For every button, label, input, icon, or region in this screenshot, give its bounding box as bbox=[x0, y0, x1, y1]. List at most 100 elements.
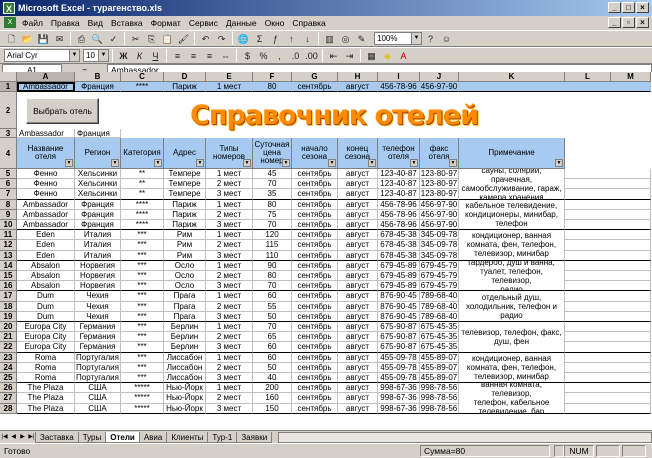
table-cell[interactable]: Париж bbox=[164, 209, 206, 220]
table-cell[interactable] bbox=[565, 230, 651, 241]
decrease-indent-icon[interactable]: ⇤ bbox=[326, 49, 341, 63]
table-cell[interactable]: Португалия bbox=[75, 362, 121, 373]
table-cell[interactable]: Хельсинки bbox=[75, 179, 121, 190]
table-cell[interactable]: Roma bbox=[17, 373, 75, 384]
table-cell[interactable]: 789-68-40 bbox=[420, 301, 459, 312]
tab-zayavki[interactable]: Заявки bbox=[236, 431, 273, 443]
table-cell[interactable]: 998-67-36 bbox=[378, 383, 420, 394]
row-header[interactable]: 4 bbox=[0, 138, 17, 169]
table-cell[interactable]: Нью-Йорк bbox=[164, 383, 206, 394]
table-cell[interactable]: сентябрь bbox=[292, 291, 338, 302]
table-cell[interactable]: Чехия bbox=[75, 311, 121, 322]
decrease-decimal-icon[interactable]: .00 bbox=[304, 49, 319, 63]
table-cell[interactable]: Absalon bbox=[17, 260, 75, 271]
table-cell[interactable]: *** bbox=[121, 322, 164, 333]
table-cell[interactable]: август bbox=[338, 342, 378, 353]
table-cell[interactable] bbox=[565, 281, 651, 292]
table-cell[interactable]: Фенно bbox=[17, 189, 75, 200]
table-cell[interactable]: Прага bbox=[164, 311, 206, 322]
filter-dropdown-icon[interactable]: ▼ bbox=[196, 159, 204, 167]
table-cell[interactable] bbox=[565, 220, 651, 231]
table-cell[interactable]: август bbox=[338, 373, 378, 384]
table-cell[interactable]: 123-80-97 bbox=[420, 169, 459, 180]
table-cell[interactable]: 200 bbox=[253, 383, 292, 394]
table-cell[interactable]: США bbox=[75, 393, 121, 404]
table-cell[interactable]: 115 bbox=[253, 240, 292, 251]
table-cell[interactable]: август bbox=[338, 281, 378, 292]
table-cell[interactable]: *** bbox=[121, 311, 164, 322]
column-header-m[interactable]: M bbox=[611, 72, 651, 82]
table-cell[interactable]: 998-67-36 bbox=[378, 403, 420, 414]
table-cell[interactable]: Франция bbox=[75, 209, 121, 220]
function-icon[interactable]: ƒ bbox=[268, 32, 283, 46]
prev-sheet-icon[interactable]: ◀ bbox=[9, 432, 18, 442]
table-cell[interactable]: 1 мест bbox=[206, 230, 253, 241]
table-cell[interactable]: *** bbox=[121, 373, 164, 384]
table-cell[interactable]: сентябрь bbox=[292, 383, 338, 394]
worksheet-grid[interactable]: Выбрать отель Справочник отелей ABCDEFGH… bbox=[0, 72, 652, 430]
table-cell[interactable]: Dum bbox=[17, 291, 75, 302]
horizontal-scrollbar[interactable] bbox=[278, 431, 652, 443]
table-cell[interactable]: Осло bbox=[164, 260, 206, 271]
merge-center-icon[interactable]: ⇔ bbox=[218, 49, 233, 63]
table-cell[interactable]: ***** bbox=[121, 383, 164, 394]
filter-dropdown-icon[interactable]: ▼ bbox=[555, 159, 563, 167]
table-cell[interactable]: ** bbox=[121, 189, 164, 200]
maximize-button[interactable]: □ bbox=[622, 2, 635, 13]
table-cell[interactable]: август bbox=[338, 199, 378, 210]
table-cell[interactable]: 123-40-87 bbox=[378, 189, 420, 200]
menu-view[interactable]: Вид bbox=[84, 16, 107, 30]
table-cell[interactable]: Europa City bbox=[17, 322, 75, 333]
redo-icon[interactable]: ↷ bbox=[214, 32, 229, 46]
table-cell[interactable]: Германия bbox=[75, 322, 121, 333]
table-cell[interactable]: Италия bbox=[75, 240, 121, 251]
table-cell[interactable]: 2 мест bbox=[206, 209, 253, 220]
table-cell[interactable]: 3 мест bbox=[206, 281, 253, 292]
table-cell[interactable]: 90 bbox=[253, 260, 292, 271]
table-cell[interactable]: август bbox=[338, 393, 378, 404]
select-hotel-button[interactable]: Выбрать отель bbox=[26, 98, 99, 124]
row-header[interactable]: 1 bbox=[0, 82, 17, 92]
table-cell[interactable]: Осло bbox=[164, 281, 206, 292]
table-cell[interactable]: 998-78-56 bbox=[420, 393, 459, 404]
column-header-cell[interactable]: Регион ▼ bbox=[75, 138, 121, 169]
table-cell[interactable]: август bbox=[338, 352, 378, 363]
map-icon[interactable]: ◎ bbox=[338, 32, 353, 46]
increase-indent-icon[interactable]: ⇥ bbox=[342, 49, 357, 63]
cell-r1[interactable]: 1 мест bbox=[206, 82, 253, 92]
align-center-icon[interactable]: ≡ bbox=[186, 49, 201, 63]
doc-minimize-button[interactable]: _ bbox=[608, 17, 621, 28]
table-cell[interactable] bbox=[565, 393, 651, 404]
table-cell[interactable]: 45 bbox=[253, 169, 292, 180]
table-cell[interactable]: *** bbox=[121, 281, 164, 292]
column-header-i[interactable]: I bbox=[378, 72, 420, 82]
menu-data[interactable]: Данные bbox=[222, 16, 261, 30]
table-cell[interactable]: Лиссабон bbox=[164, 352, 206, 363]
table-cell[interactable]: Roma bbox=[17, 352, 75, 363]
cell-r1[interactable]: 80 bbox=[253, 82, 292, 92]
table-cell[interactable]: 675-90-87 bbox=[378, 322, 420, 333]
table-cell[interactable]: 876-90-45 bbox=[378, 311, 420, 322]
table-cell[interactable]: 3 мест bbox=[206, 250, 253, 261]
table-cell[interactable]: **** bbox=[121, 209, 164, 220]
table-cell[interactable]: сентябрь bbox=[292, 220, 338, 231]
assistant-icon[interactable]: ☺ bbox=[439, 32, 454, 46]
table-cell[interactable]: Франция bbox=[75, 199, 121, 210]
table-cell[interactable]: 70 bbox=[253, 322, 292, 333]
table-cell[interactable]: 679-45-89 bbox=[378, 271, 420, 282]
table-cell[interactable]: август bbox=[338, 322, 378, 333]
table-cell[interactable]: сентябрь bbox=[292, 281, 338, 292]
column-header-cell[interactable]: Суточная цена номер ▼ bbox=[253, 138, 292, 169]
column-header-g[interactable]: G bbox=[292, 72, 338, 82]
note-cell[interactable]: ванная комната, телевизор, телефон, кабел… bbox=[459, 383, 565, 414]
comma-icon[interactable]: , bbox=[272, 49, 287, 63]
table-cell[interactable]: сентябрь bbox=[292, 322, 338, 333]
fill-color-icon[interactable]: ◈ bbox=[380, 49, 395, 63]
table-cell[interactable] bbox=[565, 291, 651, 302]
table-cell[interactable]: 675-90-87 bbox=[378, 342, 420, 353]
table-cell[interactable] bbox=[565, 403, 651, 414]
table-cell[interactable]: The Plaza bbox=[17, 393, 75, 404]
table-cell[interactable] bbox=[565, 260, 651, 271]
table-cell[interactable]: ***** bbox=[121, 403, 164, 414]
table-cell[interactable]: Париж bbox=[164, 199, 206, 210]
